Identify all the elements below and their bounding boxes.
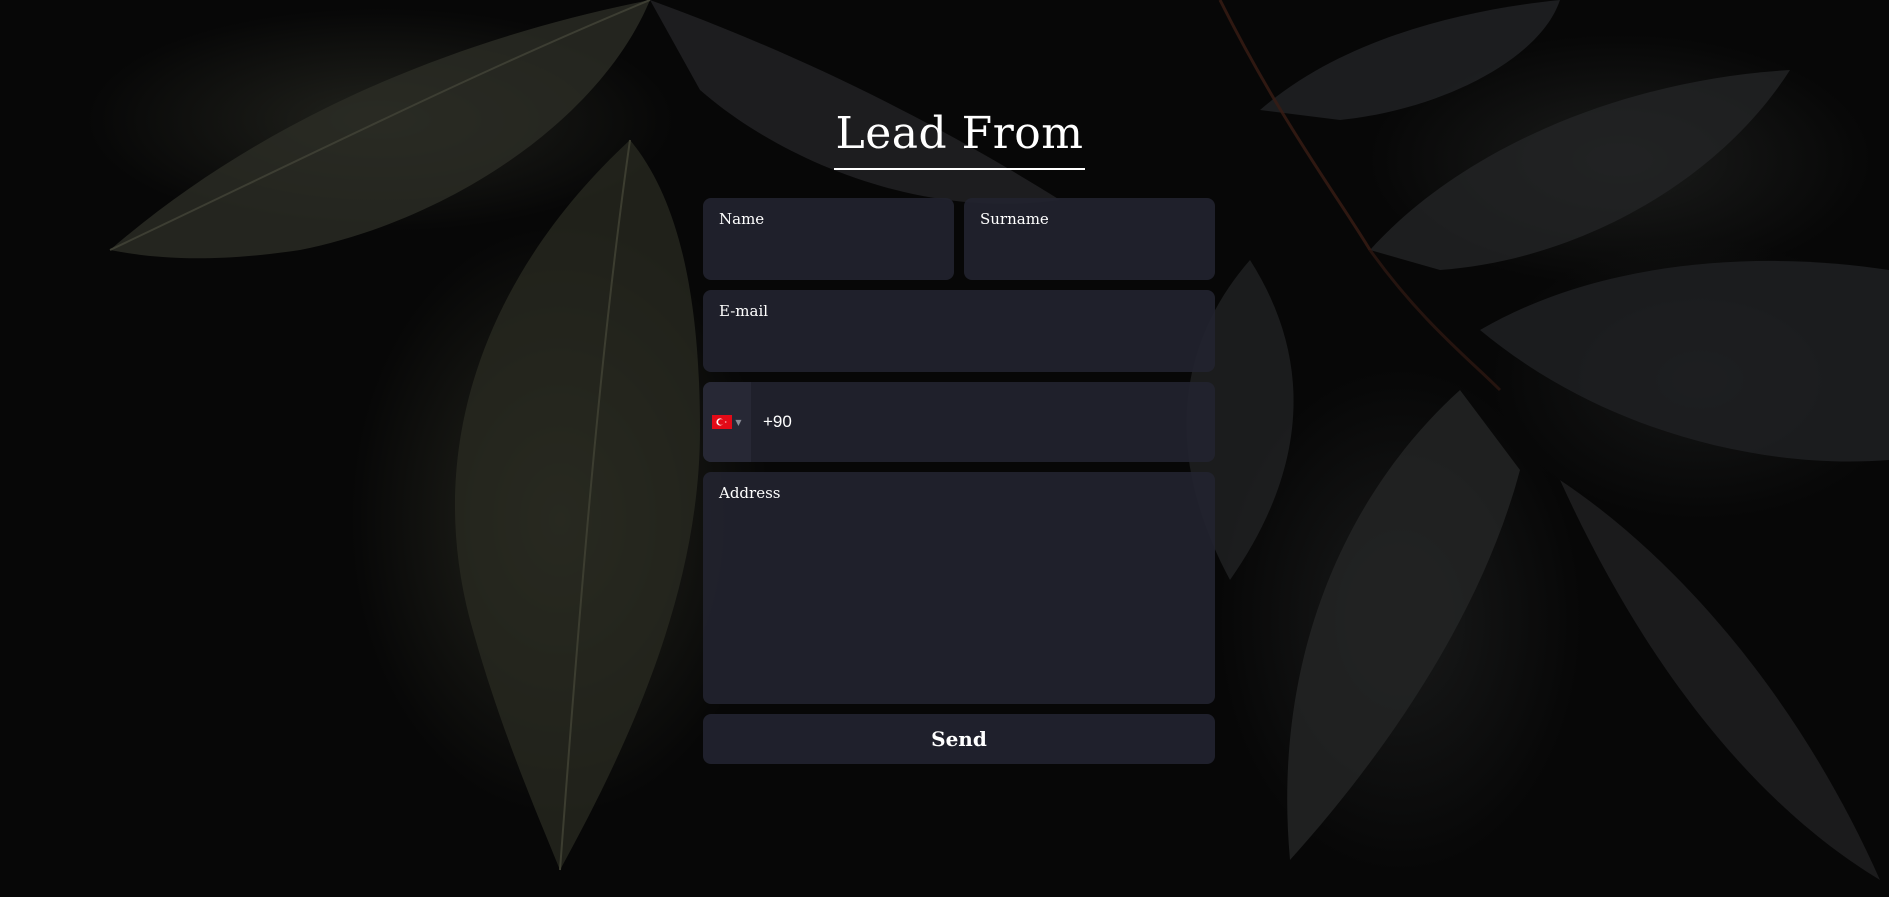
country-selector[interactable]: ▼ bbox=[703, 382, 751, 462]
name-row: Name Surname bbox=[703, 198, 1215, 280]
email-field[interactable]: E-mail bbox=[703, 290, 1215, 372]
page-title: Lead From bbox=[833, 104, 1086, 170]
name-input[interactable] bbox=[719, 250, 938, 270]
send-button[interactable]: Send bbox=[703, 714, 1215, 764]
address-label: Address bbox=[719, 484, 781, 502]
address-textarea[interactable] bbox=[719, 512, 1199, 692]
page: Lead From Name Surname E-mail ▼ +90 Addr… bbox=[0, 0, 1889, 897]
email-label: E-mail bbox=[719, 302, 769, 320]
phone-field[interactable]: ▼ +90 bbox=[703, 382, 1215, 462]
title-wrapper: Lead From bbox=[0, 104, 1889, 170]
surname-label: Surname bbox=[980, 210, 1049, 228]
chevron-down-icon: ▼ bbox=[735, 417, 742, 427]
name-label: Name bbox=[719, 210, 765, 228]
turkey-flag-icon bbox=[712, 415, 733, 429]
address-field[interactable]: Address bbox=[703, 472, 1215, 704]
email-input[interactable] bbox=[719, 342, 1199, 362]
name-field[interactable]: Name bbox=[703, 198, 954, 280]
surname-field[interactable]: Surname bbox=[964, 198, 1215, 280]
surname-input[interactable] bbox=[980, 250, 1199, 270]
email-row: E-mail bbox=[703, 290, 1215, 372]
lead-form: Name Surname E-mail ▼ +90 Address Send bbox=[703, 198, 1215, 764]
phone-dial-code[interactable]: +90 bbox=[763, 412, 792, 432]
